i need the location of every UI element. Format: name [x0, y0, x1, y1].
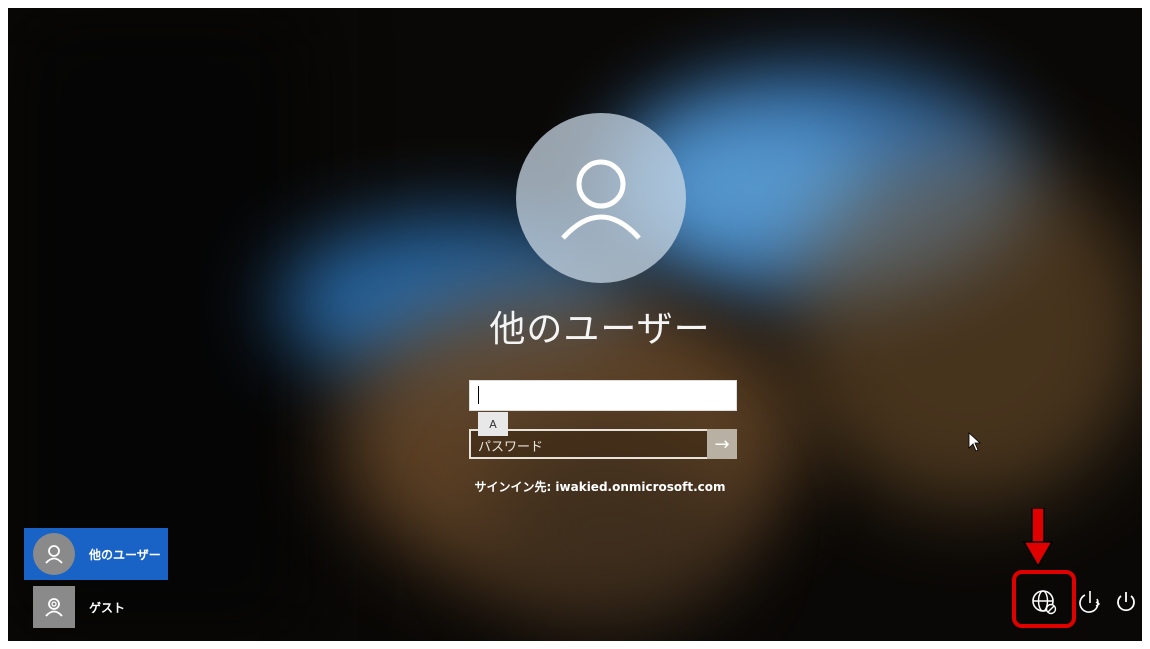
user-icon: [33, 533, 75, 575]
text-caret: [478, 386, 479, 404]
user-icon: [561, 159, 641, 240]
ime-indicator: A: [478, 412, 508, 436]
user-tile-guest[interactable]: ゲスト: [24, 581, 168, 633]
arrow-right-icon: →: [714, 433, 730, 455]
username-input[interactable]: [469, 380, 737, 411]
guest-icon: [33, 586, 75, 628]
password-placeholder: パスワード: [478, 440, 544, 455]
user-tile-other[interactable]: 他のユーザー: [24, 528, 168, 580]
power-icon[interactable]: [1112, 588, 1140, 616]
annotation-arrow-icon: [1023, 508, 1053, 568]
sign-in-domain: サインイン先: iwakied.onmicrosoft.com: [474, 480, 726, 494]
mouse-cursor-icon: [968, 432, 982, 452]
user-avatar: [516, 113, 686, 283]
accessibility-icon[interactable]: [1076, 588, 1104, 616]
user-tile-label: ゲスト: [89, 600, 126, 615]
username-title: 他のユーザー: [489, 309, 711, 350]
submit-button[interactable]: →: [707, 429, 737, 459]
network-icon[interactable]: [1030, 588, 1058, 616]
user-tile-label: 他のユーザー: [89, 547, 161, 562]
